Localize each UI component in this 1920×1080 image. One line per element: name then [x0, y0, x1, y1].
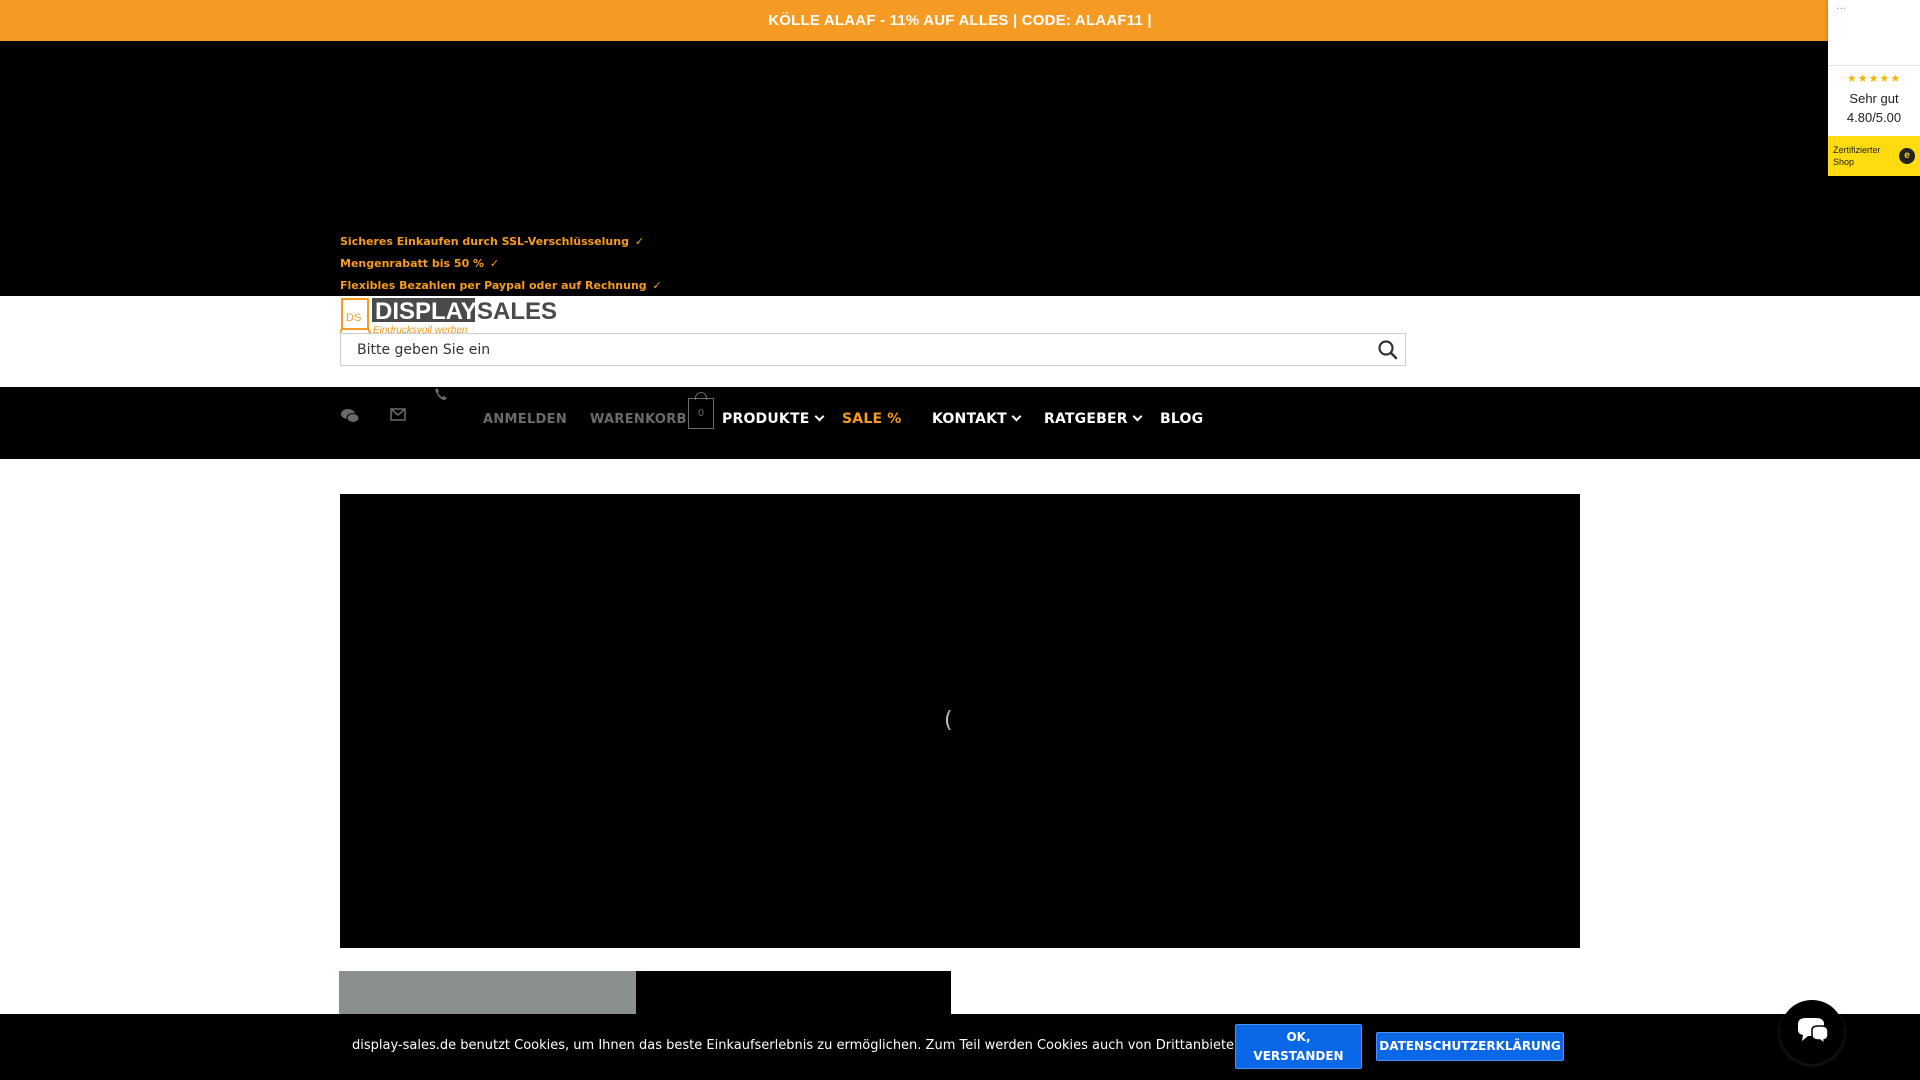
logo-brand-right: SALES [477, 298, 557, 325]
usp-item: Flexibles Bezahlen per Paypal oder auf R… [340, 279, 662, 292]
chevron-down-icon [1132, 411, 1143, 422]
chat-widget-button[interactable] [1780, 1000, 1844, 1064]
check-icon: ✓ [652, 279, 662, 292]
phone-icon[interactable] [434, 387, 448, 406]
nav-item-label: BLOG [1160, 411, 1204, 427]
certified-shop-label: Zertifizierter Shop [1833, 145, 1881, 167]
chevron-down-icon [1011, 411, 1022, 422]
nav-item-kontakt[interactable]: KONTAKT [932, 411, 1022, 427]
nav-item-label: KONTAKT [932, 411, 1007, 427]
trust-badge-header: ... [1828, 0, 1920, 66]
nav-item-produkte[interactable]: PRODUKTE [722, 411, 824, 427]
cookie-accept-label-line2: VERSTANDEN [1253, 1049, 1344, 1063]
logo-mark: DS [346, 312, 361, 324]
search-input[interactable] [357, 334, 1347, 365]
trust-badge[interactable]: ... ★★★★★ Sehr gut 4.80/5.00 Zertifizier… [1828, 0, 1920, 176]
nav-item-blog[interactable]: BLOG [1160, 411, 1203, 427]
nav-item-sale[interactable]: SALE % [842, 411, 902, 427]
header-banner: Sicheres Einkaufen durch SSL-Verschlüsse… [0, 41, 1920, 296]
rating-score: 4.80/5.00 [1846, 110, 1902, 125]
usp-text: Sicheres Einkaufen durch SSL-Verschlüsse… [340, 235, 629, 248]
mail-icon[interactable] [390, 408, 406, 426]
usp-text: Flexibles Bezahlen per Paypal oder auf R… [340, 279, 647, 292]
logo-search-bar: DS DISPLAY SALES Eindrucksvoll werben [0, 296, 1920, 387]
chat-icon[interactable] [340, 407, 360, 430]
cart-count-badge[interactable]: 0 [688, 392, 714, 429]
nav-item-ratgeber[interactable]: RATGEBER [1044, 411, 1143, 427]
nav-item-label: SALE % [842, 411, 902, 427]
usp-item: Mengenrabatt bis 50 % ✓ [340, 257, 499, 270]
cookie-accept-label-line1: OK, [1286, 1030, 1311, 1044]
cookie-message: display-sales.de benutzt Cookies, um Ihn… [352, 1038, 1304, 1053]
usp-text: Mengenrabatt bis 50 % [340, 257, 485, 270]
more-icon[interactable]: ... [1836, 0, 1846, 12]
site-logo[interactable]: DS DISPLAY SALES Eindrucksvoll werben [337, 296, 560, 337]
search-icon[interactable] [1377, 339, 1399, 361]
cookie-accept-button[interactable]: OK, VERSTANDEN [1235, 1024, 1362, 1069]
login-link[interactable]: ANMELDEN [483, 412, 567, 427]
nav-item-label: PRODUKTE [722, 411, 810, 427]
rating-label: Sehr gut [1849, 91, 1899, 106]
logo-brand-left: DISPLAY [375, 298, 477, 325]
cookie-banner: display-sales.de benutzt Cookies, um Ihn… [0, 1014, 1920, 1080]
trusted-shops-logo-icon: e [1899, 148, 1915, 164]
loading-spinner: ( [944, 708, 953, 733]
chat-bubble-icon [1798, 1018, 1829, 1046]
privacy-policy-button[interactable]: DATENSCHUTZERKLÄRUNG [1376, 1032, 1564, 1061]
certified-shop-strip: Zertifizierter Shop e [1828, 136, 1920, 176]
cart-link[interactable]: WARENKORB [590, 412, 687, 427]
rating-stars: ★★★★★ [1846, 73, 1902, 85]
promo-banner[interactable]: KÖLLE ALAAF - 11% AUF ALLES | CODE: ALAA… [0, 0, 1920, 41]
check-icon: ✓ [634, 235, 645, 248]
search-box [340, 333, 1406, 366]
logo-graphic: DS DISPLAY SALES Eindrucksvoll werben [337, 298, 557, 337]
hero-video[interactable]: ( [340, 494, 1580, 948]
check-icon: ✓ [489, 257, 500, 270]
usp-item: Sicheres Einkaufen durch SSL-Verschlüsse… [340, 235, 644, 248]
nav-item-label: RATGEBER [1044, 411, 1128, 427]
main-navigation: ANMELDEN WARENKORB 0 PRODUKTE SALE % KON… [0, 387, 1920, 459]
chevron-down-icon [814, 411, 824, 422]
